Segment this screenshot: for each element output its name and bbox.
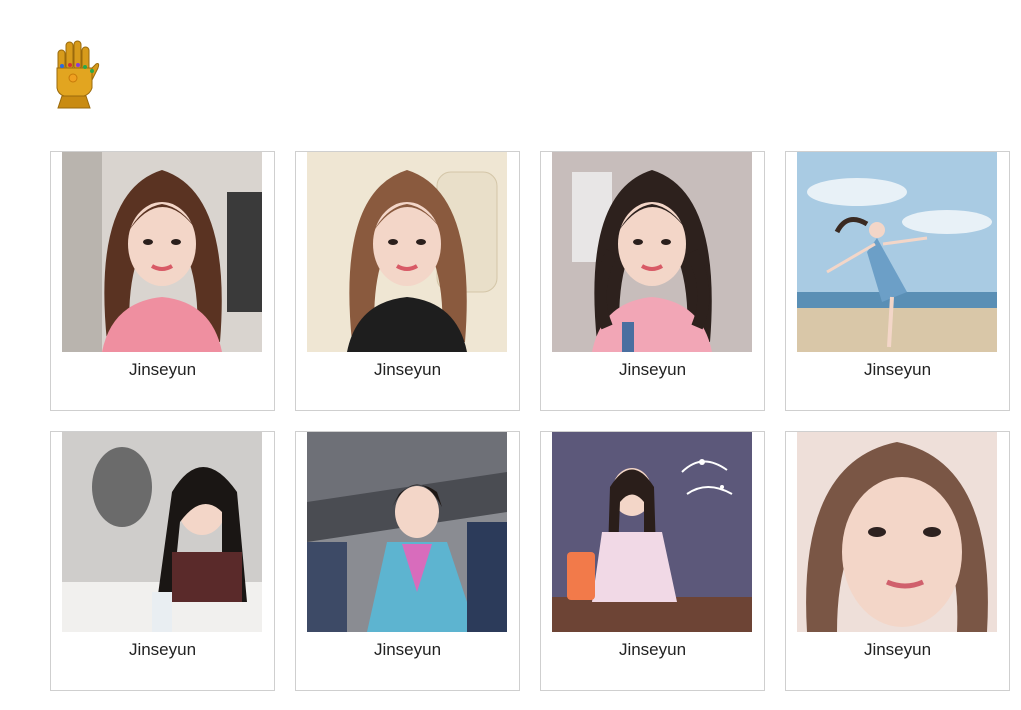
- gallery-caption: Jinseyun: [373, 360, 442, 379]
- page: Jinseyun Jinseyun Jinseyun Jinseyun Jinseyun…: [0, 0, 1021, 710]
- gallery-card[interactable]: Jinseyun: [295, 151, 520, 411]
- gallery-caption: Jinseyun: [373, 640, 442, 659]
- gallery-caption: Jinseyun: [863, 360, 932, 379]
- gallery-caption: Jinseyun: [128, 360, 197, 379]
- gallery-card[interactable]: Jinseyun: [785, 431, 1010, 691]
- gallery-photo[interactable]: [62, 152, 262, 352]
- gallery-card[interactable]: Jinseyun: [785, 151, 1010, 411]
- gallery-grid: Jinseyun Jinseyun Jinseyun Jinseyun Jinseyun…: [50, 151, 1010, 691]
- gallery-caption: Jinseyun: [863, 640, 932, 659]
- gallery-card[interactable]: Jinseyun: [540, 151, 765, 411]
- gallery-photo[interactable]: [307, 432, 507, 632]
- gallery-caption: Jinseyun: [618, 640, 687, 659]
- gallery-photo[interactable]: [797, 432, 997, 632]
- gallery-caption: Jinseyun: [128, 640, 197, 659]
- gallery-photo[interactable]: [307, 152, 507, 352]
- gallery-card[interactable]: Jinseyun: [50, 431, 275, 691]
- gauntlet-icon[interactable]: [52, 38, 100, 110]
- gallery-card[interactable]: Jinseyun: [540, 431, 765, 691]
- gallery-card[interactable]: Jinseyun: [50, 151, 275, 411]
- gallery-photo[interactable]: [552, 152, 752, 352]
- gallery-photo[interactable]: [797, 152, 997, 352]
- gallery-photo[interactable]: [62, 432, 262, 632]
- gallery-card[interactable]: Jinseyun: [295, 431, 520, 691]
- gallery-caption: Jinseyun: [618, 360, 687, 379]
- gallery-photo[interactable]: [552, 432, 752, 632]
